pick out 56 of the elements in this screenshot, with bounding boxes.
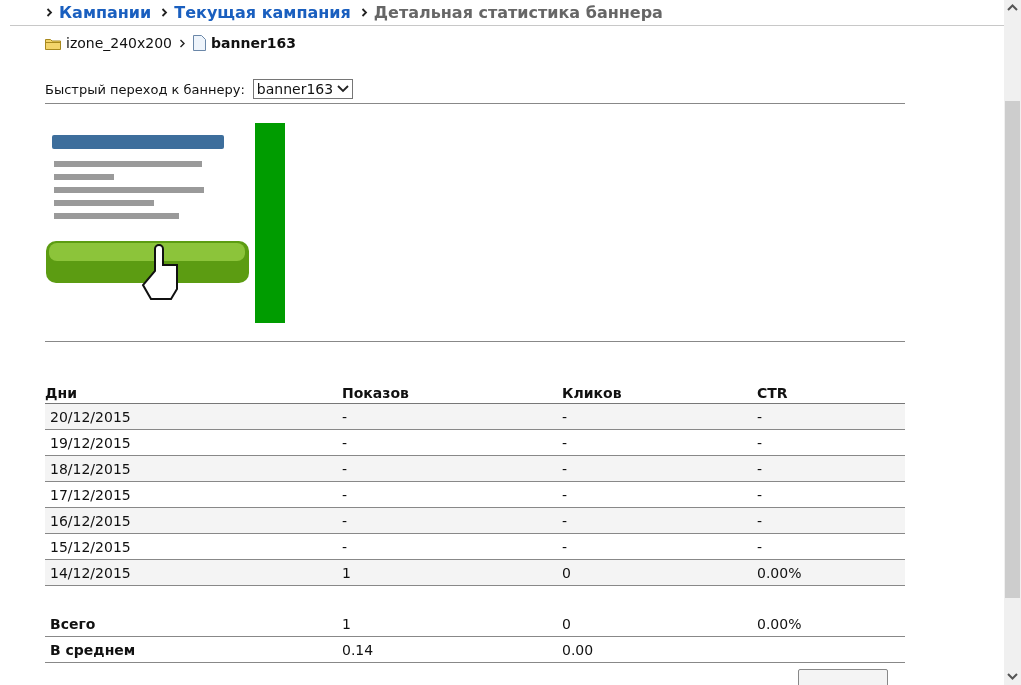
column-header: Кликов <box>562 383 757 404</box>
table-cell: 20/12/2015 <box>50 408 131 425</box>
table-cell: - <box>342 408 348 425</box>
table-cell: - <box>562 486 568 503</box>
banner-select[interactable]: banner163 <box>252 79 354 99</box>
column-header: CTR <box>757 383 905 404</box>
folder-icon <box>45 36 61 50</box>
table-cell: - <box>562 408 568 425</box>
breadcrumb-link[interactable]: Текущая кампания <box>174 2 351 23</box>
button[interactable] <box>798 669 888 685</box>
table-cell: 0 <box>562 615 571 632</box>
table-cell: - <box>342 512 348 529</box>
table-cell: 0 <box>562 564 571 581</box>
table-cell: В среднем <box>50 641 136 658</box>
column-header: Показов <box>342 383 562 404</box>
table-cell: 0.00% <box>757 564 802 581</box>
table-cell: - <box>757 460 763 477</box>
table-cell: 1 <box>342 564 351 581</box>
table-cell: 14/12/2015 <box>50 564 131 581</box>
breadcrumb-link[interactable]: Кампании <box>59 2 152 23</box>
table-cell: - <box>342 434 348 451</box>
column-header: Дни <box>45 383 342 404</box>
table-cell: 18/12/2015 <box>50 460 131 477</box>
table-cell: - <box>342 460 348 477</box>
table-cell: - <box>342 538 348 555</box>
table-cell: 0.14 <box>342 641 374 658</box>
table-cell: - <box>562 434 568 451</box>
table-cell: 15/12/2015 <box>50 538 131 555</box>
chevron-icon <box>46 8 53 17</box>
table-cell: Всего <box>50 615 96 632</box>
table-cell: - <box>562 538 568 555</box>
table-cell: 19/12/2015 <box>50 434 131 451</box>
path-item[interactable]: izone_240x200 <box>66 35 173 51</box>
path-item[interactable]: banner163 <box>211 35 297 51</box>
table-cell: 17/12/2015 <box>50 486 131 503</box>
table-cell: 1 <box>342 615 351 632</box>
scrollbar-thumb[interactable] <box>1005 101 1020 598</box>
table-cell: - <box>757 538 763 555</box>
chevron-icon <box>360 8 368 17</box>
table-cell: 16/12/2015 <box>50 512 131 529</box>
file-icon <box>193 35 207 51</box>
table-cell: - <box>757 512 763 529</box>
table-cell: - <box>342 486 348 503</box>
table-cell: - <box>757 486 763 503</box>
chevron-icon <box>179 38 187 48</box>
caret-icon <box>337 85 350 93</box>
chevron-icon <box>161 8 169 17</box>
page-title: Детальная статистика баннера <box>373 2 663 23</box>
table-cell: 0.00% <box>757 615 802 632</box>
table-cell: - <box>562 460 568 477</box>
table-cell: 0.00 <box>562 641 594 658</box>
table-cell: - <box>757 434 763 451</box>
table-cell: - <box>562 512 568 529</box>
table-cell: - <box>757 408 763 425</box>
quick-jump-label: Быстрый переход к баннеру: <box>45 81 245 97</box>
scrollbar[interactable] <box>1004 0 1021 685</box>
